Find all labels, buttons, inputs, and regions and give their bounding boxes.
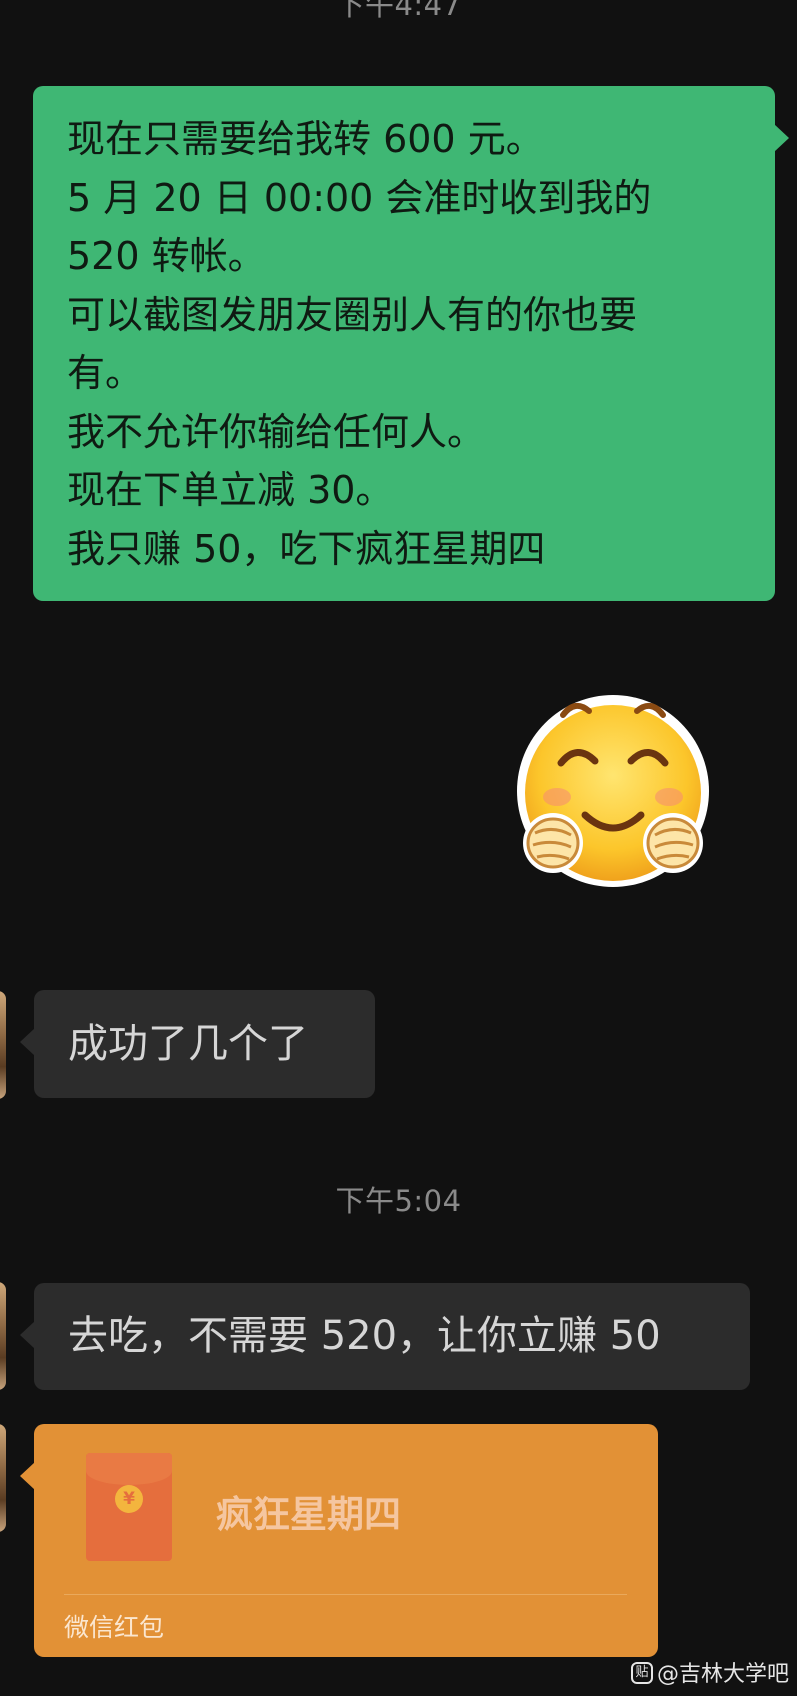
avatar[interactable] [0, 1282, 6, 1390]
message-line: 我不允许你输给任何人。 [67, 409, 486, 454]
tieba-logo-icon: 贴 [631, 1662, 653, 1684]
avatar[interactable] [0, 991, 6, 1099]
red-packet-card[interactable]: ¥ 疯狂星期四 微信红包 [20, 1424, 658, 1657]
avatar[interactable] [0, 1424, 6, 1532]
red-packet-title: 疯狂星期四 [216, 1493, 401, 1536]
laughing-emoji-icon [517, 695, 709, 887]
incoming-message-bubble[interactable]: 去吃，不需要 520，让你立赚 50 [20, 1283, 750, 1390]
message-line: 现在只需要给我转 600 元。 [67, 117, 544, 161]
message-line: 可以截图发朋友圈别人有的你也要 [67, 292, 638, 337]
watermark: 贴 @吉林大学吧 [631, 1660, 789, 1690]
message-line: 我只赚 50，吃下疯狂星期四 [67, 526, 546, 571]
outgoing-message-bubble[interactable]: 现在只需要给我转 600 元。 5 月 20 日 00:00 会准时收到我的 5… [33, 86, 789, 601]
message-line: 520 转帐。 [67, 234, 266, 278]
message-line: 5 月 20 日 00:00 会准时收到我的 [67, 175, 652, 220]
timestamp-top: 下午4:47 [335, 0, 462, 22]
incoming-message-bubble[interactable]: 成功了几个了 [20, 990, 375, 1098]
divider [64, 1594, 627, 1595]
watermark-text: @吉林大学吧 [657, 1662, 790, 1687]
red-envelope-icon: ¥ [86, 1453, 172, 1561]
timestamp-mid: 下午5:04 [335, 1184, 462, 1218]
message-line: 有。 [67, 351, 144, 395]
chat-screen: 下午4:47 现在只需要给我转 600 元。 5 月 20 日 00:00 会准… [0, 0, 797, 1696]
laughing-emoji-sticker[interactable] [513, 693, 713, 893]
red-packet-label: 微信红包 [64, 1613, 165, 1642]
message-line: 现在下单立减 30。 [67, 468, 394, 512]
coin-icon: ¥ [115, 1485, 143, 1513]
